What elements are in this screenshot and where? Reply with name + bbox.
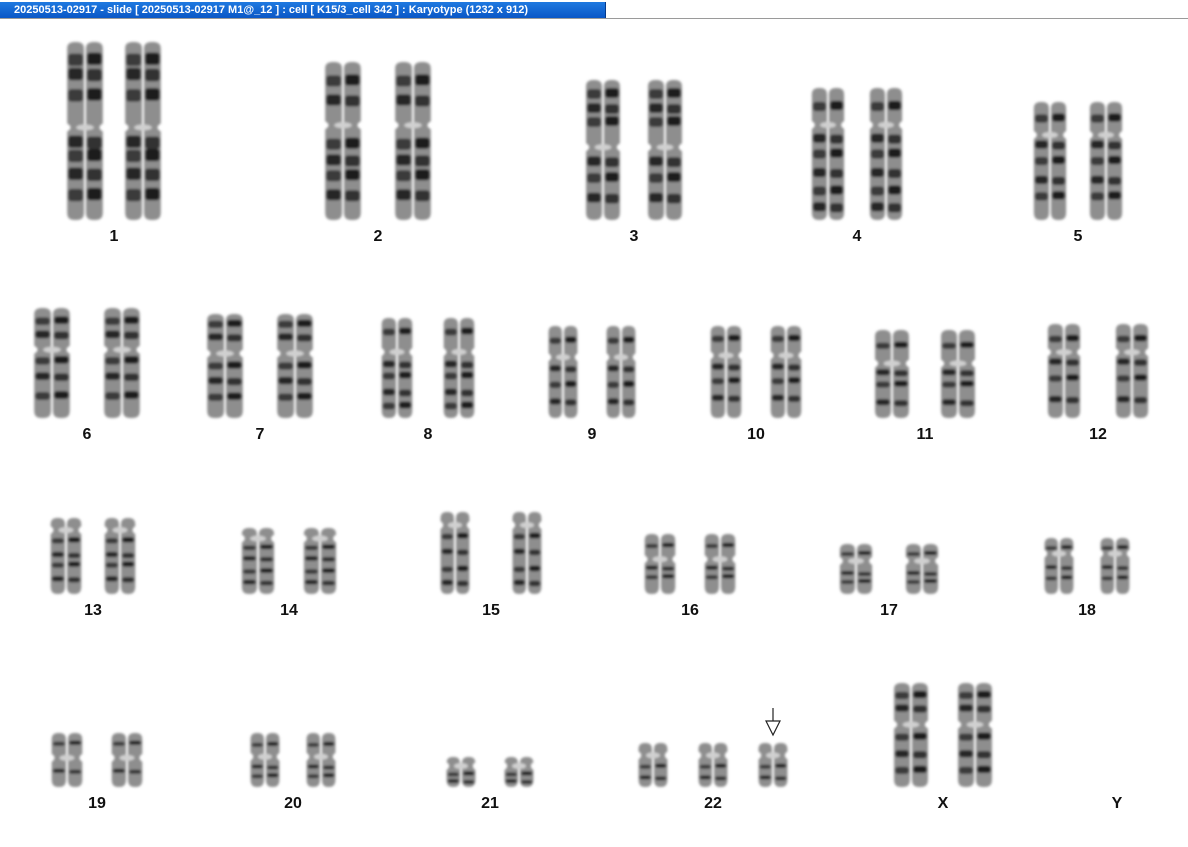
chromosome-8-copy-2[interactable] bbox=[439, 315, 479, 421]
chromosome-10-copy-2[interactable] bbox=[766, 323, 806, 421]
chromosome-3-copy-2[interactable] bbox=[643, 77, 687, 223]
chromosome-3-copy-1[interactable] bbox=[581, 77, 625, 223]
chromosome-20-copy-2[interactable] bbox=[302, 730, 340, 790]
chromosome-x-copy-1[interactable] bbox=[889, 680, 933, 790]
chromosome-15-copy-1[interactable] bbox=[436, 509, 474, 597]
chromosome-18-copy-1[interactable] bbox=[1040, 535, 1078, 597]
chromosome-label-2: 2 bbox=[373, 228, 383, 245]
chromosome-16-copy-1[interactable] bbox=[640, 531, 680, 597]
chromosome-9-copy-2[interactable] bbox=[602, 323, 640, 421]
chromosome-label-y: Y bbox=[1111, 795, 1123, 812]
chromosome-2-copy-2[interactable] bbox=[390, 59, 436, 223]
chromosome-8-copy-1[interactable] bbox=[377, 315, 417, 421]
karyotype-canvas: 1 2 3 4 5 6 7 8 9 10 11 12 13 14 15 16 17 18 19 20 21 22 X Y bbox=[0, 19, 1188, 847]
chromosome-label-10: 10 bbox=[747, 426, 765, 443]
chromosome-label-15: 15 bbox=[482, 602, 500, 619]
chromosome-19-copy-1[interactable] bbox=[47, 730, 87, 790]
chromosome-14-copy-2[interactable] bbox=[299, 525, 341, 597]
chromosome-x-copy-2[interactable] bbox=[953, 680, 997, 790]
chromosome-label-11: 11 bbox=[916, 426, 934, 443]
chromosome-label-18: 18 bbox=[1078, 602, 1096, 619]
chromosome-21-copy-2[interactable] bbox=[500, 754, 538, 790]
window-title: 20250513-02917 - slide [ 20250513-02917 … bbox=[14, 4, 528, 16]
chromosome-11-copy-2[interactable] bbox=[936, 327, 980, 421]
chromosome-22-copy-2[interactable] bbox=[694, 740, 732, 790]
chromosome-2-copy-1[interactable] bbox=[320, 59, 366, 223]
chromosome-label-x: X bbox=[937, 795, 949, 812]
chromosome-label-22: 22 bbox=[704, 795, 722, 812]
chromosome-label-9: 9 bbox=[587, 426, 597, 443]
chromosome-label-5: 5 bbox=[1073, 228, 1083, 245]
chromosome-9-copy-1[interactable] bbox=[544, 323, 582, 421]
down-arrow-icon bbox=[765, 708, 781, 737]
chromosome-5-copy-1[interactable] bbox=[1029, 99, 1071, 223]
chromosome-14-copy-1[interactable] bbox=[237, 525, 279, 597]
window-title-bar[interactable]: 20250513-02917 - slide [ 20250513-02917 … bbox=[0, 2, 606, 18]
chromosome-label-13: 13 bbox=[84, 602, 102, 619]
chromosome-22-copy-3[interactable] bbox=[754, 740, 792, 790]
chromosome-label-20: 20 bbox=[284, 795, 302, 812]
chromosome-15-copy-2[interactable] bbox=[508, 509, 546, 597]
chromosome-11-copy-1[interactable] bbox=[870, 327, 914, 421]
chromosome-label-6: 6 bbox=[82, 426, 92, 443]
chromosome-1-copy-2[interactable] bbox=[120, 39, 166, 223]
chromosome-13-copy-1[interactable] bbox=[46, 515, 86, 597]
chromosome-label-8: 8 bbox=[423, 426, 433, 443]
chromosome-13-copy-2[interactable] bbox=[100, 515, 140, 597]
chromosome-5-copy-2[interactable] bbox=[1085, 99, 1127, 223]
chromosome-6-copy-2[interactable] bbox=[99, 305, 145, 421]
chromosome-18-copy-2[interactable] bbox=[1096, 535, 1134, 597]
chromosome-10-copy-1[interactable] bbox=[706, 323, 746, 421]
chromosome-16-copy-2[interactable] bbox=[700, 531, 740, 597]
chromosome-label-12: 12 bbox=[1089, 426, 1107, 443]
chromosome-label-21: 21 bbox=[481, 795, 499, 812]
chromosome-label-17: 17 bbox=[880, 602, 898, 619]
chromosome-label-3: 3 bbox=[629, 228, 639, 245]
chromosome-21-copy-1[interactable] bbox=[442, 754, 480, 790]
chromosome-label-1: 1 bbox=[109, 228, 119, 245]
chromosome-4-copy-2[interactable] bbox=[865, 85, 907, 223]
chromosome-7-copy-2[interactable] bbox=[272, 311, 318, 421]
chromosome-12-copy-2[interactable] bbox=[1111, 321, 1153, 421]
chromosome-label-19: 19 bbox=[88, 795, 106, 812]
chromosome-label-7: 7 bbox=[255, 426, 265, 443]
chromosome-17-copy-1[interactable] bbox=[835, 541, 877, 597]
chromosome-20-copy-1[interactable] bbox=[246, 730, 284, 790]
chromosome-7-copy-1[interactable] bbox=[202, 311, 248, 421]
chromosome-19-copy-2[interactable] bbox=[107, 730, 147, 790]
chromosome-6-copy-1[interactable] bbox=[29, 305, 75, 421]
chromosome-4-copy-1[interactable] bbox=[807, 85, 849, 223]
chromosome-1-copy-1[interactable] bbox=[62, 39, 108, 223]
chromosome-label-16: 16 bbox=[681, 602, 699, 619]
chromosome-17-copy-2[interactable] bbox=[901, 541, 943, 597]
chromosome-12-copy-1[interactable] bbox=[1043, 321, 1085, 421]
chromosome-label-4: 4 bbox=[852, 228, 862, 245]
chromosome-22-copy-1[interactable] bbox=[634, 740, 672, 790]
chromosome-label-14: 14 bbox=[280, 602, 298, 619]
